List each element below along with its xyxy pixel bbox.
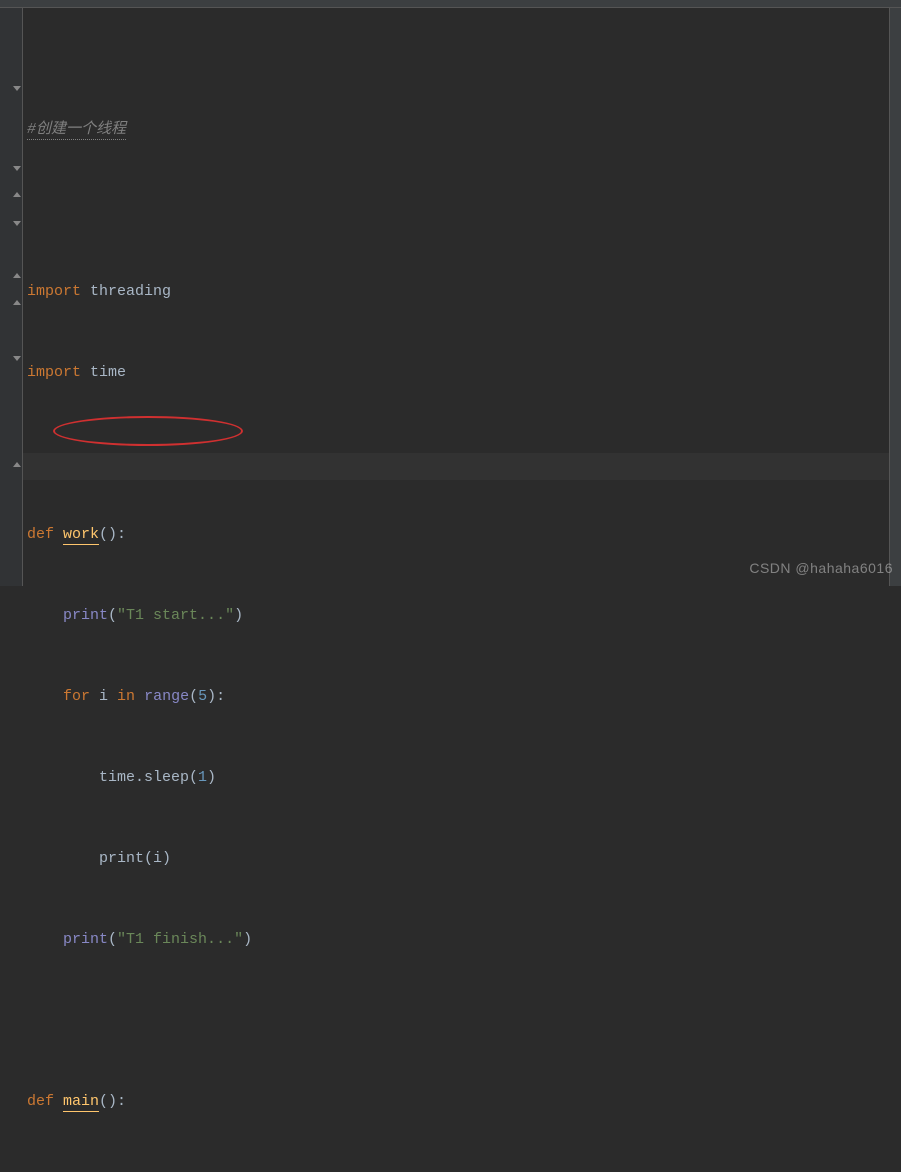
watermark: CSDN @hahaha6016 [749,555,893,582]
close: ) [207,769,216,786]
keyword-def: def [27,526,54,543]
module-name: time [81,364,126,381]
function-name: work [63,526,99,545]
code-content[interactable]: #创建一个线程 import threading import time def… [23,8,901,586]
number-literal: 5 [198,688,207,705]
fold-marker-icon[interactable] [12,191,22,201]
code-line: time.sleep( [27,769,198,786]
builtin-print: print [63,931,108,948]
fold-marker-icon[interactable] [12,218,22,228]
code-line: print(i) [27,850,171,867]
fold-marker-icon[interactable] [12,299,22,309]
fold-marker-icon[interactable] [12,353,22,363]
keyword-def: def [27,1093,54,1110]
close: ): [207,688,225,705]
fold-marker-icon[interactable] [12,163,22,173]
loop-var: i [90,688,117,705]
keyword-for: for [63,688,90,705]
params: (): [99,1093,126,1110]
right-scrollbar-area[interactable] [889,8,901,586]
fold-marker-icon[interactable] [12,272,22,282]
string-literal: "T1 start..." [117,607,234,624]
fold-marker-icon[interactable] [12,461,22,471]
builtin-print: print [63,607,108,624]
module-name: threading [81,283,171,300]
number-literal: 1 [198,769,207,786]
builtin-range: range [144,688,189,705]
keyword-in: in [117,688,135,705]
keyword-import: import [27,283,81,300]
function-name: main [63,1093,99,1112]
keyword-import: import [27,364,81,381]
comment: #创建一个线程 [27,121,126,140]
editor-gutter[interactable] [0,8,23,586]
code-editor: #创建一个线程 import threading import time def… [0,8,901,586]
fold-marker-icon[interactable] [12,83,22,93]
string-literal: "T1 finish..." [117,931,243,948]
editor-tab-bar [0,0,901,8]
params: (): [99,526,126,543]
